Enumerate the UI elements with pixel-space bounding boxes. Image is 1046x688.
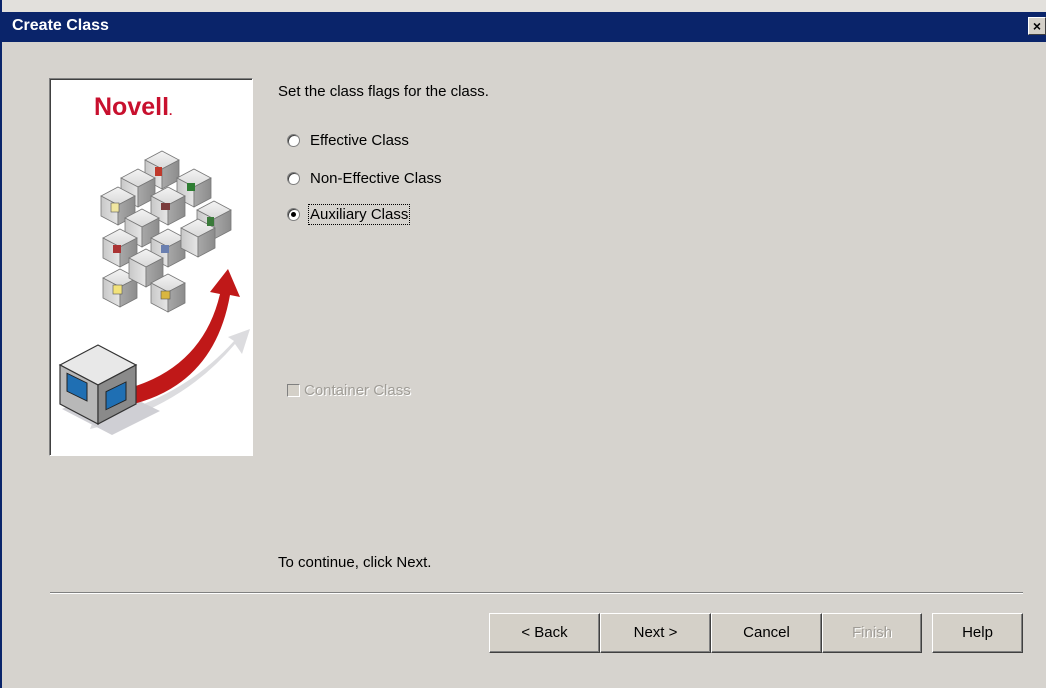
window-title: Create Class <box>12 17 109 34</box>
continue-instruction: To continue, click Next. <box>278 554 432 571</box>
wizard-illustration-panel: Novell. <box>49 78 253 456</box>
cancel-button[interactable]: Cancel <box>711 613 822 653</box>
radio-button[interactable] <box>287 171 300 185</box>
radio-button[interactable] <box>287 133 300 147</box>
top-strip <box>2 0 1046 12</box>
network-cubes-server-illustration <box>58 150 250 435</box>
radio-label: Effective Class <box>310 131 409 149</box>
checkbox[interactable] <box>287 383 300 397</box>
next-button[interactable]: Next > <box>600 613 711 653</box>
help-button[interactable]: Help <box>932 613 1023 653</box>
create-class-dialog: Create Class × Novell. Set the class fla… <box>0 0 1046 688</box>
radio-auxiliary-class[interactable]: Auxiliary Class <box>287 203 411 225</box>
checkbox-label: Container Class <box>304 381 411 399</box>
radio-non-effective-class[interactable]: Non-Effective Class <box>287 168 441 188</box>
close-icon[interactable]: × <box>1028 17 1046 35</box>
radio-label: Auxiliary Class <box>307 203 411 225</box>
radio-label: Non-Effective Class <box>310 169 442 187</box>
container-class-checkbox[interactable]: Container Class <box>287 380 411 400</box>
finish-button[interactable]: Finish <box>822 613 922 653</box>
instruction-heading: Set the class flags for the class. <box>278 83 489 100</box>
radio-button[interactable] <box>287 207 300 221</box>
radio-effective-class[interactable]: Effective Class <box>287 130 409 150</box>
back-button[interactable]: < Back <box>489 613 600 653</box>
separator <box>50 592 1023 594</box>
title-bar: Create Class × <box>2 12 1046 42</box>
